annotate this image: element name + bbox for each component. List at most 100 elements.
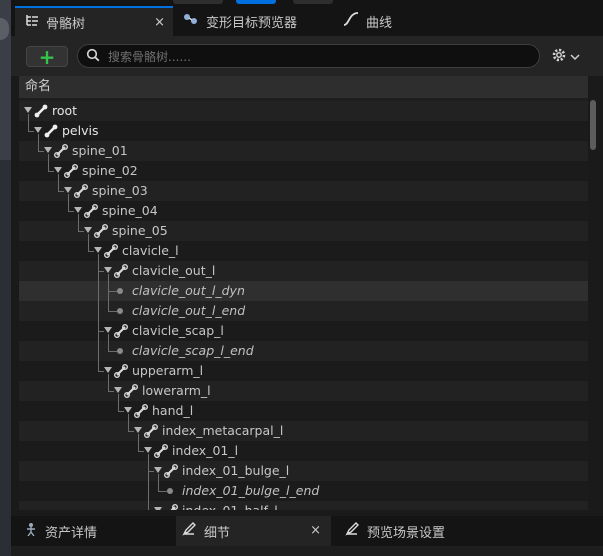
bottom-tab-bar: 资产详情 细节 × 预览场景设置 [11, 516, 603, 546]
tree-row-bone[interactable]: pelvis [19, 121, 588, 141]
bone-icon [104, 244, 118, 261]
tab-label: 曲线 [366, 15, 393, 31]
tree-row-bone[interactable]: spine_01 [19, 141, 588, 161]
socket-dot-icon [117, 308, 123, 314]
tree-row-bone[interactable]: hand_l [19, 401, 588, 421]
tree-connector [128, 431, 134, 432]
tree-connector [148, 454, 149, 510]
tree-connector [108, 374, 109, 391]
socket-dot-icon [117, 288, 123, 294]
expand-arrow-icon[interactable] [94, 247, 102, 253]
tab-asset-details[interactable]: 资产详情 [19, 516, 169, 546]
expand-arrow-icon[interactable] [54, 167, 62, 173]
bone-name: clavicle_out_l [132, 263, 216, 278]
left-edge-strip [0, 0, 11, 556]
search-input[interactable]: 搜索骨骼树...... [77, 44, 540, 68]
bone-icon [94, 224, 108, 241]
bone-name: root [52, 103, 78, 118]
expand-arrow-icon[interactable] [114, 387, 122, 393]
expand-arrow-icon[interactable] [64, 187, 72, 193]
expand-arrow-icon[interactable] [104, 267, 112, 273]
tree-row-socket[interactable]: clavicle_scap_l_end [19, 341, 588, 361]
expand-arrow-icon[interactable] [44, 147, 52, 153]
expand-arrow-icon[interactable] [144, 447, 152, 453]
close-icon[interactable]: × [310, 523, 321, 538]
bone-name: index_01_l [172, 443, 239, 458]
tree-connector [158, 491, 167, 492]
bone-name: upperarm_l [132, 363, 204, 378]
add-button[interactable]: + [26, 46, 68, 67]
tree-row-bone[interactable]: index_01_half_l [19, 501, 588, 510]
expand-arrow-icon[interactable] [124, 407, 132, 413]
expand-arrow-icon[interactable] [134, 427, 142, 433]
close-icon[interactable]: × [154, 15, 165, 30]
edge-handle[interactable] [0, 18, 9, 40]
chevron-down-icon [570, 50, 580, 64]
details-icon [182, 522, 196, 540]
expand-arrow-icon[interactable] [74, 207, 82, 213]
tree-connector [38, 134, 39, 151]
tab-label: 资产详情 [45, 525, 98, 541]
tree-connector [138, 451, 144, 452]
tab-curves[interactable]: 曲线 [343, 6, 463, 36]
bone-icon [114, 364, 128, 381]
tree-row-bone[interactable]: root [19, 101, 588, 121]
tab-label: 细节 [204, 525, 231, 541]
vertical-scrollbar[interactable] [590, 100, 596, 150]
socket-dot-icon [167, 488, 173, 494]
tree-row-bone[interactable]: spine_04 [19, 201, 588, 221]
column-header-name[interactable]: 命名 [19, 76, 588, 98]
expand-arrow-icon[interactable] [154, 507, 162, 510]
tree-row-bone[interactable]: index_01_bulge_l [19, 461, 588, 481]
tree-row-bone[interactable]: index_metacarpal_l [19, 421, 588, 441]
expand-arrow-icon[interactable] [104, 367, 112, 373]
top-button-left[interactable] [173, 0, 223, 4]
tree-connector [108, 291, 117, 292]
bone-icon [74, 184, 88, 201]
tree-row-bone[interactable]: clavicle_out_l [19, 261, 588, 281]
expand-arrow-icon[interactable] [84, 227, 92, 233]
tree-row-bone[interactable]: clavicle_scap_l [19, 321, 588, 341]
settings-button[interactable] [551, 47, 580, 66]
tree-row-bone[interactable]: lowerarm_l [19, 381, 588, 401]
tree-row-socket[interactable]: clavicle_out_l_dyn [19, 281, 588, 301]
tree-row-bone[interactable]: spine_02 [19, 161, 588, 181]
tab-morph-target-preview[interactable]: 变形目标预览器 [183, 6, 333, 36]
tree-row-socket[interactable]: index_01_bulge_l_end [19, 481, 588, 501]
bone-icon [134, 404, 148, 421]
expand-arrow-icon[interactable] [154, 467, 162, 473]
footer-bar [11, 546, 603, 556]
tab-label: 预览场景设置 [367, 525, 446, 541]
tree-toolbar: + 搜索骨骼树...... [11, 36, 603, 76]
tree-row-socket[interactable]: clavicle_out_l_end [19, 301, 588, 321]
tree-connector [88, 251, 94, 252]
bone-name: spine_02 [82, 163, 138, 178]
tree-connector [108, 311, 117, 312]
tree-connector [108, 274, 109, 311]
tree-connector [58, 174, 59, 191]
tab-preview-scene-settings[interactable]: 预览场景设置 [341, 516, 501, 546]
tree-row-bone[interactable]: spine_03 [19, 181, 588, 201]
bone-name: lowerarm_l [142, 383, 211, 398]
tab-skeleton-tree[interactable]: 骨骼树 × [15, 6, 173, 36]
top-button-active[interactable] [236, 0, 276, 4]
root-bone-icon [34, 104, 48, 121]
tree-row-bone[interactable]: clavicle_l [19, 241, 588, 261]
tree-row-bone[interactable]: index_01_l [19, 441, 588, 461]
bone-name: index_01_bulge_l [182, 463, 290, 478]
bone-name: clavicle_l [122, 243, 179, 258]
bone-name: hand_l [152, 403, 194, 418]
socket-name: clavicle_scap_l_end [132, 343, 254, 358]
tab-details[interactable]: 细节 × [176, 516, 331, 546]
expand-arrow-icon[interactable] [24, 107, 32, 113]
tree-connector [158, 474, 159, 491]
socket-name: clavicle_out_l_end [132, 303, 246, 318]
top-button-right[interactable] [293, 0, 333, 4]
tree-row-bone[interactable]: upperarm_l [19, 361, 588, 381]
expand-arrow-icon[interactable] [34, 127, 42, 133]
bone-icon [84, 204, 98, 221]
tree-connector [28, 114, 29, 131]
tree-connector [58, 191, 64, 192]
expand-arrow-icon[interactable] [104, 327, 112, 333]
tree-row-bone[interactable]: spine_05 [19, 221, 588, 241]
